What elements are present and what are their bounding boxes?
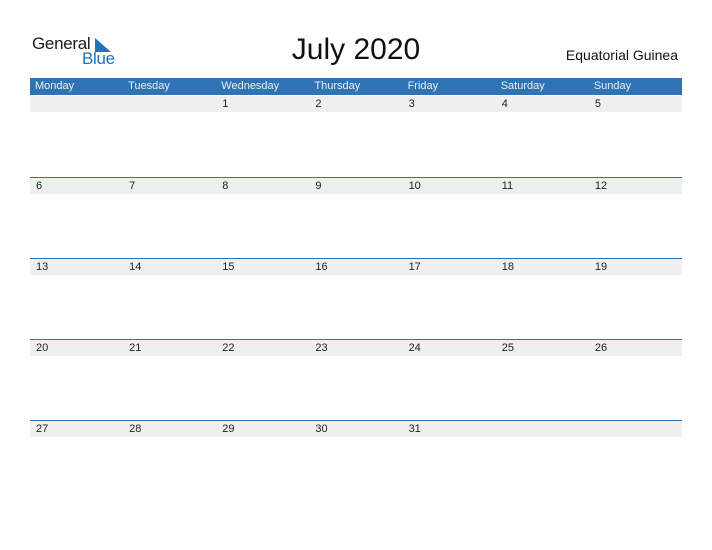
day-cell: 28: [129, 423, 142, 435]
day-cell: 8: [222, 180, 229, 192]
week-row: 20 21 22 23 24 25 26: [30, 339, 682, 419]
day-cell: [496, 421, 589, 437]
day-cell: 13: [36, 261, 49, 273]
weekday-tuesday: Tuesday: [128, 80, 170, 92]
week-date-bar: 20 21 22 23 24 25 26: [30, 339, 682, 356]
day-cell: 26: [594, 342, 608, 354]
day-cell: 9: [315, 180, 322, 192]
weekday-thursday: Thursday: [314, 80, 361, 92]
day-cell: 19: [594, 261, 608, 273]
day-cell: 12: [594, 180, 608, 192]
week-row: 6 7 8 9 10 11 12: [30, 177, 682, 257]
day-cell: 29: [222, 423, 235, 435]
day-cell: 30: [315, 423, 328, 435]
day-cell: 1: [222, 98, 229, 110]
weekday-saturday: Saturday: [500, 80, 545, 92]
day-cell: 31: [408, 423, 421, 435]
day-cell: 18: [501, 261, 514, 273]
day-cell: 2: [315, 98, 322, 110]
day-cell: 22: [222, 342, 235, 354]
week-date-bar: 27 28 29 30 31: [30, 420, 682, 437]
day-cell: 4: [501, 98, 508, 110]
day-cell: 24: [408, 342, 421, 354]
day-cell: 20: [36, 342, 49, 354]
weekday-friday: Friday: [407, 80, 439, 92]
weekday-monday: Monday: [35, 80, 75, 92]
week-date-bar: 1 2 3 4 5: [30, 96, 682, 112]
week-row: 27 28 29 30 31: [30, 420, 682, 500]
week-date-bar: 6 7 8 9 10 11 12: [30, 177, 682, 194]
day-cell: [30, 96, 123, 112]
day-cell: 5: [594, 98, 601, 110]
week-row: 1 2 3 4 5: [30, 96, 682, 176]
day-cell: 16: [315, 261, 328, 273]
day-cell: 11: [501, 180, 514, 192]
day-cell: 14: [129, 261, 142, 273]
week-row: 13 14 15 16 17 18 19: [30, 258, 682, 338]
day-cell: 17: [408, 261, 421, 273]
day-cell: 10: [408, 180, 421, 192]
day-cell: 15: [222, 261, 235, 273]
day-cell: 21: [129, 342, 142, 354]
weekday-header: Monday Tuesday Wednesday Thursday Friday…: [30, 78, 682, 95]
day-cell: [123, 96, 216, 112]
weekday-sunday: Sunday: [593, 80, 632, 92]
day-cell: 27: [36, 423, 49, 435]
day-cell: 3: [408, 98, 415, 110]
week-date-bar: 13 14 15 16 17 18 19: [30, 258, 682, 275]
day-cell: 25: [501, 342, 514, 354]
day-cell: 6: [36, 180, 43, 192]
day-cell: 7: [129, 180, 136, 192]
day-cell: 23: [315, 342, 328, 354]
day-cell: [589, 421, 682, 437]
weekday-wednesday: Wednesday: [221, 80, 280, 92]
country-label: Equatorial Guinea: [565, 47, 678, 63]
